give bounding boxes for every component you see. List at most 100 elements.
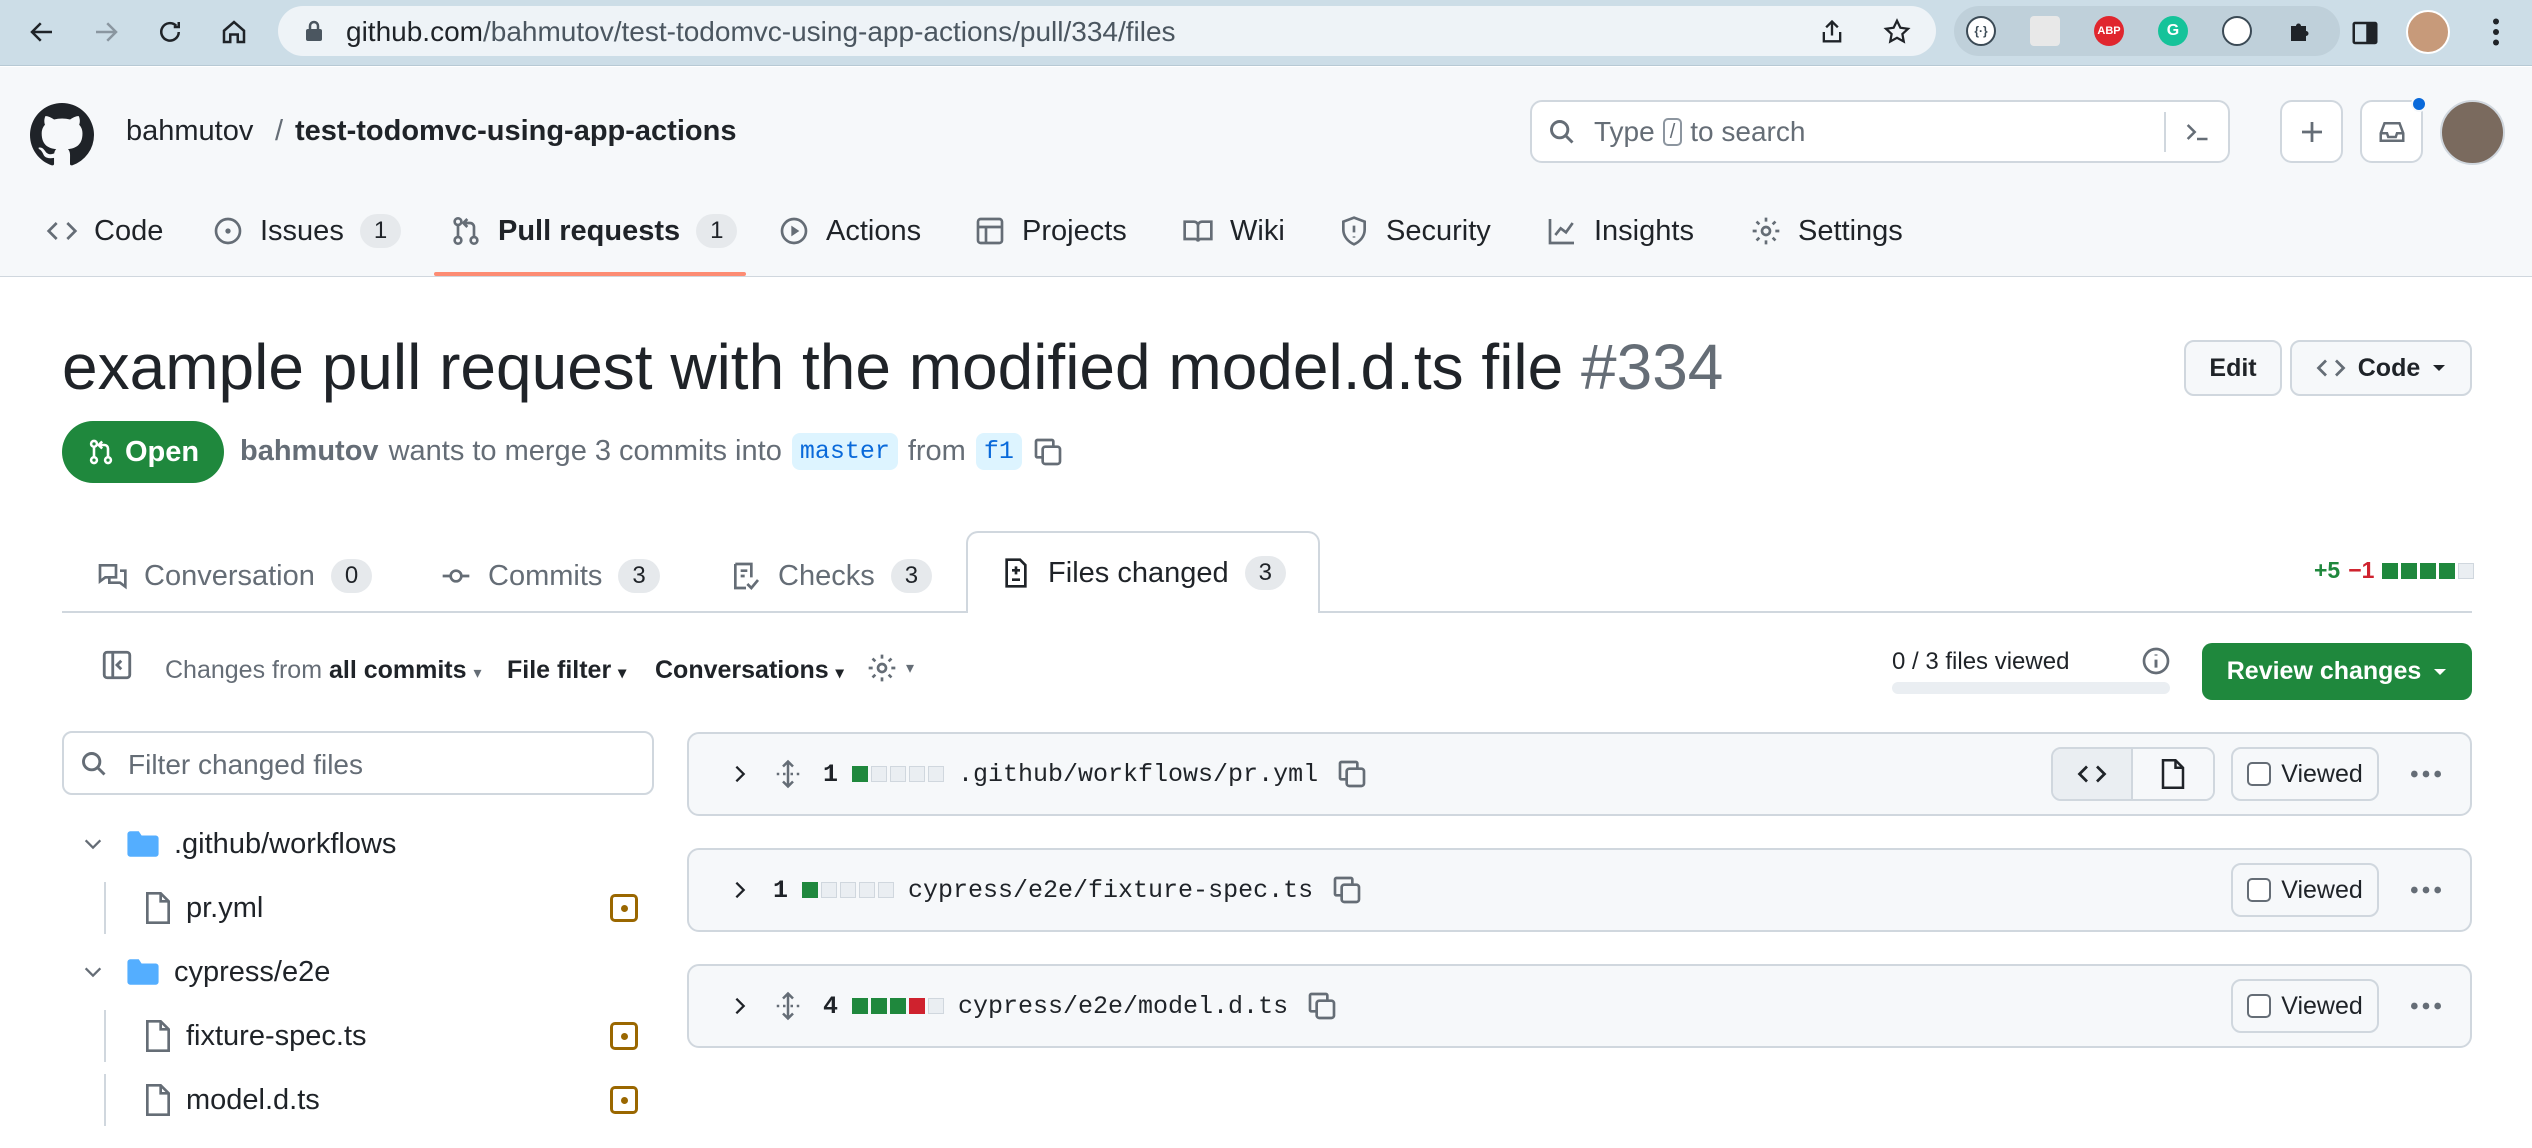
- base-branch-link[interactable]: master: [791, 433, 898, 470]
- pr-author-link[interactable]: bahmutov: [240, 435, 379, 468]
- file-changes-count: 4: [823, 991, 839, 1021]
- tab-projects[interactable]: Projects: [974, 207, 1127, 255]
- tab-checks[interactable]: Checks 3: [730, 540, 933, 612]
- viewed-label: Viewed: [2281, 991, 2363, 1020]
- search-icon: [82, 752, 106, 776]
- home-icon[interactable]: [214, 12, 254, 52]
- repo-owner-link[interactable]: bahmutov: [126, 115, 253, 148]
- repo-name-link[interactable]: test-todomvc-using-app-actions: [295, 115, 736, 148]
- search-input[interactable]: Type / to search: [1530, 100, 2230, 163]
- forward-icon[interactable]: [86, 12, 126, 52]
- diffstat-bar: [2382, 562, 2475, 579]
- tree-file-model-d-ts[interactable]: model.d.ts: [62, 1074, 654, 1126]
- address-bar[interactable]: github.com/bahmutov/test-todomvc-using-a…: [278, 6, 1936, 56]
- tree-file-pr-yml[interactable]: pr.yml: [62, 882, 654, 934]
- create-new-button[interactable]: [2280, 100, 2343, 163]
- file-icon: [146, 892, 170, 924]
- tab-actions[interactable]: Actions: [778, 207, 921, 255]
- conversation-count: 0: [330, 559, 373, 593]
- github-header: bahmutov / test-todomvc-using-app-action…: [0, 67, 2532, 277]
- browser-menu-icon[interactable]: [2478, 14, 2514, 50]
- browser-profile-avatar[interactable]: [2406, 10, 2450, 54]
- password-icon[interactable]: [2222, 16, 2252, 46]
- kebab-menu-icon[interactable]: [2406, 986, 2446, 1026]
- viewed-checkbox-button[interactable]: Viewed: [2231, 979, 2379, 1033]
- copy-icon[interactable]: [1331, 874, 1363, 906]
- tree-folder-github-workflows[interactable]: .github/workflows: [62, 818, 654, 870]
- tab-wiki[interactable]: Wiki: [1182, 207, 1285, 255]
- changes-from-dropdown[interactable]: Changes from all commits ▾: [165, 656, 482, 685]
- kebab-menu-icon[interactable]: [2406, 754, 2446, 794]
- chevron-right-icon[interactable]: [729, 995, 751, 1017]
- viewed-checkbox-button[interactable]: Viewed: [2231, 747, 2379, 801]
- back-icon[interactable]: [22, 12, 62, 52]
- sidebar-collapse-icon[interactable]: [100, 648, 134, 682]
- json-viewer-icon[interactable]: {·}: [1966, 16, 1996, 46]
- tree-guide-line: [104, 1010, 106, 1062]
- user-avatar[interactable]: [2440, 100, 2505, 165]
- unfold-icon[interactable]: [773, 759, 803, 789]
- file-name-link[interactable]: cypress/e2e/fixture-spec.ts: [908, 876, 1313, 905]
- unfold-icon[interactable]: [773, 991, 803, 1021]
- chevron-right-icon[interactable]: [729, 763, 751, 785]
- tab-commits[interactable]: Commits 3: [440, 540, 660, 612]
- tree-folder-cypress-e2e[interactable]: cypress/e2e: [62, 946, 654, 998]
- kebab-menu-icon[interactable]: [2406, 870, 2446, 910]
- puzzle-icon[interactable]: [2286, 16, 2316, 46]
- gear-icon: [868, 654, 896, 682]
- review-changes-button[interactable]: Review changes: [2202, 643, 2472, 700]
- copy-icon[interactable]: [1306, 990, 1338, 1022]
- head-branch-link[interactable]: f1: [975, 433, 1022, 470]
- inbox-button[interactable]: [2360, 96, 2427, 163]
- chevron-right-icon[interactable]: [729, 879, 751, 901]
- share-icon[interactable]: [1818, 18, 1846, 46]
- tree-file-fixture-spec-ts[interactable]: fixture-spec.ts: [62, 1010, 654, 1062]
- bookmark-star-icon[interactable]: [1882, 17, 1912, 47]
- checklist-icon: [734, 562, 760, 590]
- tab-pull-requests[interactable]: Pull requests 1: [450, 207, 738, 255]
- viewed-checkbox[interactable]: [2247, 762, 2272, 786]
- diff-file-header: 1 cypress/e2e/fixture-spec.ts Viewed: [687, 848, 2472, 932]
- search-divider: [2164, 112, 2166, 152]
- tab-label: Wiki: [1230, 214, 1285, 247]
- table-icon: [976, 217, 1004, 245]
- source-view-button[interactable]: [2053, 749, 2134, 799]
- file-diffstat: [852, 998, 945, 1014]
- edit-button[interactable]: Edit: [2184, 340, 2282, 396]
- rich-view-button[interactable]: [2133, 749, 2213, 799]
- tab-label: Conversation: [144, 559, 315, 592]
- reload-icon[interactable]: [150, 12, 190, 52]
- diff-settings-dropdown[interactable]: ▾: [866, 652, 914, 684]
- code-dropdown-button[interactable]: Code: [2290, 340, 2472, 396]
- deletions-count: −1: [2348, 557, 2375, 583]
- file-name-link[interactable]: .github/workflows/pr.yml: [958, 760, 1318, 789]
- copy-icon[interactable]: [1032, 436, 1064, 468]
- checks-count: 3: [890, 559, 933, 593]
- tab-label: Projects: [1022, 214, 1127, 247]
- tab-settings[interactable]: Settings: [1750, 207, 1903, 255]
- tab-issues[interactable]: Issues 1: [212, 207, 402, 255]
- file-filter-dropdown[interactable]: File filter ▾: [507, 656, 626, 685]
- tab-files-changed[interactable]: Files changed 3: [966, 531, 1320, 613]
- page-icon[interactable]: [2030, 16, 2060, 46]
- conversations-dropdown[interactable]: Conversations ▾: [655, 656, 844, 685]
- tab-code[interactable]: Code: [46, 207, 163, 255]
- viewed-checkbox[interactable]: [2247, 994, 2272, 1018]
- tab-conversation[interactable]: Conversation 0: [96, 540, 373, 612]
- file-name-link[interactable]: cypress/e2e/model.d.ts: [958, 992, 1288, 1021]
- sidepanel-icon[interactable]: [2350, 18, 2380, 48]
- filter-changed-files-input[interactable]: Filter changed files: [62, 731, 654, 795]
- review-changes-label: Review changes: [2226, 657, 2422, 685]
- command-palette-icon[interactable]: [2182, 118, 2212, 146]
- code-button-label: Code: [2357, 353, 2421, 382]
- adblock-icon[interactable]: ABP: [2094, 16, 2124, 46]
- viewed-checkbox-button[interactable]: Viewed: [2231, 863, 2379, 917]
- viewed-checkbox[interactable]: [2247, 878, 2272, 902]
- tab-insights[interactable]: Insights: [1546, 207, 1694, 255]
- tab-label: Settings: [1798, 214, 1903, 247]
- info-icon[interactable]: [2140, 645, 2172, 677]
- grammarly-icon[interactable]: G: [2158, 16, 2188, 46]
- tab-security[interactable]: Security: [1338, 207, 1491, 255]
- github-logo-icon[interactable]: [30, 103, 94, 167]
- copy-icon[interactable]: [1336, 758, 1368, 790]
